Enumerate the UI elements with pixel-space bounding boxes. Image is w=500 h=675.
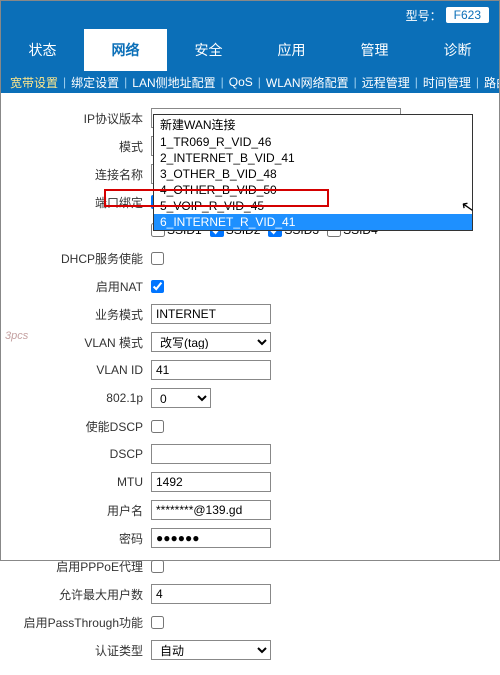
mtu-label: MTU: [1, 475, 151, 489]
p8021-select[interactable]: 0: [151, 388, 211, 408]
mtu-input[interactable]: [151, 472, 271, 492]
vlan-id-label: VLAN ID: [1, 363, 151, 377]
vlan-id-input[interactable]: [151, 360, 271, 380]
tab-security[interactable]: 安全: [167, 29, 250, 71]
dropdown-option[interactable]: 新建WAN连接: [154, 115, 472, 134]
nat-checkbox[interactable]: [151, 280, 164, 293]
main-tabs: 状态 网络 安全 应用 管理 诊断: [1, 29, 499, 71]
dhcp-checkbox[interactable]: [151, 252, 164, 265]
auth-label: 认证类型: [1, 642, 151, 659]
p8021-label: 802.1p: [1, 391, 151, 405]
vlan-mode-label: VLAN 模式: [1, 334, 151, 351]
dropdown-option[interactable]: 5_VOIP_R_VID_45: [154, 198, 472, 214]
subtab-broadband[interactable]: 宽带设置: [10, 74, 58, 91]
dropdown-option[interactable]: 2_INTERNET_B_VID_41: [154, 150, 472, 166]
max-users-label: 允许最大用户数: [1, 586, 151, 603]
username-label: 用户名: [1, 502, 151, 519]
tab-status[interactable]: 状态: [1, 29, 84, 71]
passthrough-checkbox[interactable]: [151, 616, 164, 629]
password-input[interactable]: [151, 528, 271, 548]
dropdown-option[interactable]: 3_OTHER_B_VID_48: [154, 166, 472, 182]
dscp-enable-label: 使能DSCP: [1, 418, 151, 435]
port-bind-label: 端口绑定: [1, 194, 151, 211]
conn-name-label: 连接名称: [1, 166, 151, 183]
biz-label: 业务模式: [1, 306, 151, 323]
vlan-mode-select[interactable]: 改写(tag): [151, 332, 271, 352]
dhcp-label: DHCP服务使能: [1, 250, 151, 267]
nat-label: 启用NAT: [1, 278, 151, 295]
subtab-binding[interactable]: 绑定设置: [71, 74, 119, 91]
username-input[interactable]: [151, 500, 271, 520]
subtab-time[interactable]: 时间管理: [423, 74, 471, 91]
tab-network[interactable]: 网络: [84, 29, 167, 71]
dscp-label: DSCP: [1, 447, 151, 461]
max-users-input[interactable]: [151, 584, 271, 604]
passthrough-label: 启用PassThrough功能: [1, 614, 151, 631]
password-label: 密码: [1, 530, 151, 547]
auth-select[interactable]: 自动: [151, 640, 271, 660]
subtab-qos[interactable]: QoS: [229, 75, 253, 89]
dropdown-option[interactable]: 1_TR069_R_VID_46: [154, 134, 472, 150]
subtab-route[interactable]: 路由配置: [484, 74, 499, 91]
sub-tabs: 宽带设置| 绑定设置| LAN侧地址配置| QoS| WLAN网络配置| 远程管…: [1, 71, 499, 93]
top-bar: 型号： F623: [1, 1, 499, 29]
dropdown-option-selected[interactable]: 6_INTERNET_R_VID_41: [154, 214, 472, 230]
mode-label: 模式: [1, 138, 151, 155]
conn-name-dropdown[interactable]: 新建WAN连接 1_TR069_R_VID_46 2_INTERNET_B_VI…: [153, 114, 473, 231]
biz-input: [151, 304, 271, 324]
dscp-input[interactable]: [151, 444, 271, 464]
tab-diagnosis[interactable]: 诊断: [416, 29, 499, 71]
model-value: F623: [446, 7, 489, 23]
subtab-remote[interactable]: 远程管理: [362, 74, 410, 91]
subtab-lan[interactable]: LAN侧地址配置: [132, 74, 215, 91]
subtab-wlan[interactable]: WLAN网络配置: [266, 74, 349, 91]
dscp-enable-checkbox[interactable]: [151, 420, 164, 433]
dropdown-option[interactable]: 4_OTHER_B_VID_50: [154, 182, 472, 198]
model-label: 型号：: [406, 7, 442, 24]
tab-application[interactable]: 应用: [250, 29, 333, 71]
pppoe-proxy-label: 启用PPPoE代理: [1, 558, 151, 575]
tab-management[interactable]: 管理: [333, 29, 416, 71]
pppoe-proxy-checkbox[interactable]: [151, 560, 164, 573]
ip-version-label: IP协议版本: [1, 110, 151, 127]
